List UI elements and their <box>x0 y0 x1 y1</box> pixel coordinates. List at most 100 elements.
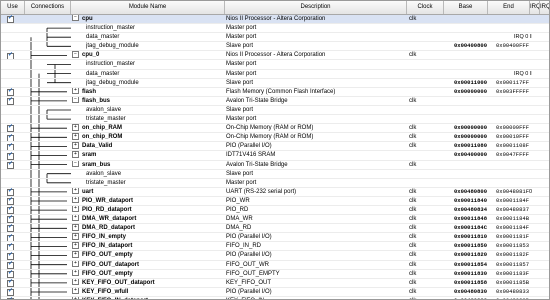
use-checkbox[interactable] <box>7 206 14 215</box>
clock-cell[interactable]: clk <box>409 288 444 296</box>
use-checkbox[interactable] <box>7 188 14 196</box>
clock-cell[interactable]: clk <box>409 233 444 241</box>
clock-cell[interactable]: clk <box>409 251 444 259</box>
use-checkbox[interactable] <box>7 134 14 142</box>
clock-cell[interactable] <box>409 151 444 159</box>
column-use[interactable]: Use <box>1 1 25 14</box>
use-checkbox[interactable] <box>7 252 14 260</box>
clock-cell[interactable]: clk <box>409 215 444 223</box>
clock-cell[interactable]: clk <box>409 97 444 105</box>
module-row[interactable]: +uart UART (RS-232 serial port) clk 0x00480… <box>1 187 549 197</box>
port-row[interactable]: instruction_master Master port <box>1 24 549 34</box>
column-connections[interactable]: Connections <box>25 1 71 14</box>
port-row[interactable]: instruction_master Master port <box>1 60 549 70</box>
column-module-name[interactable]: Module Name <box>71 1 225 14</box>
column-description[interactable]: Description <box>225 1 407 14</box>
port-row[interactable]: avalon_slave Slave port <box>1 106 549 116</box>
expand-icon[interactable]: + <box>72 151 79 158</box>
use-checkbox[interactable] <box>7 161 14 169</box>
use-checkbox[interactable] <box>7 197 14 205</box>
expand-icon[interactable]: + <box>72 133 79 140</box>
expand-icon[interactable]: + <box>72 251 79 258</box>
module-row[interactable]: −flash_bus Avalon Tri-State Bridge clk <box>1 96 549 106</box>
collapse-icon[interactable]: − <box>72 51 79 58</box>
column-clock[interactable]: Clock <box>407 1 444 14</box>
expand-icon[interactable]: + <box>72 287 79 295</box>
use-checkbox[interactable] <box>7 243 14 251</box>
use-checkbox[interactable] <box>7 152 14 160</box>
module-row[interactable]: +on_chip_ROM On-Chip Memory (RAM or ROM) c… <box>1 133 549 143</box>
clock-cell[interactable]: clk <box>409 261 444 269</box>
clock-cell[interactable]: clk <box>409 161 444 169</box>
clock-cell[interactable]: clk <box>409 242 444 250</box>
clock-cell[interactable]: clk <box>409 279 444 287</box>
use-checkbox[interactable] <box>7 97 14 105</box>
expand-icon[interactable]: + <box>72 260 79 267</box>
column-end[interactable]: End <box>488 1 530 14</box>
column-irq-2[interactable]: IRQ <box>540 1 549 14</box>
column-irq[interactable]: IRQ <box>530 1 540 14</box>
module-row[interactable]: +FIFO_OUT_empty PIO (Parallel I/O) clk 0x00… <box>1 251 549 261</box>
module-row[interactable]: +FIFO_OUT_dataport FIFO_OUT_WR clk 0x000118… <box>1 260 549 270</box>
use-checkbox[interactable] <box>7 124 14 133</box>
module-row[interactable]: −sram_bus Avalon Tri-State Bridge clk <box>1 160 549 170</box>
collapse-icon[interactable]: − <box>72 96 79 104</box>
expand-icon[interactable]: + <box>72 215 79 222</box>
module-row[interactable]: +on_chip_RAM On-Chip Memory (RAM or ROM) c… <box>1 124 549 134</box>
clock-cell[interactable]: clk <box>409 133 444 141</box>
expand-icon[interactable]: + <box>72 269 79 277</box>
clock-cell[interactable]: clk <box>409 197 444 205</box>
expand-icon[interactable]: + <box>72 196 79 204</box>
column-base[interactable]: Base <box>444 1 488 14</box>
port-row[interactable]: tristate_master Master port <box>1 179 549 188</box>
expand-icon[interactable]: + <box>72 124 79 131</box>
clock-cell[interactable]: clk <box>409 188 444 196</box>
expand-icon[interactable]: + <box>72 87 79 95</box>
use-checkbox[interactable] <box>7 288 14 296</box>
clock-cell[interactable] <box>409 88 444 96</box>
module-row[interactable]: +KEY_FIFO_OUT_dataport KEY_FIFO_OUT clk 0x0… <box>1 278 549 288</box>
expand-icon[interactable]: + <box>72 278 79 286</box>
use-checkbox[interactable] <box>7 234 14 242</box>
expand-icon[interactable]: + <box>72 233 79 240</box>
use-checkbox[interactable] <box>7 143 14 151</box>
port-row[interactable]: jtag_debug_module Slave port 0x00011000 0x0… <box>1 79 549 88</box>
module-row[interactable]: +FIFO_OUT_empty FIFO_OUT_EMPTY clk 0x000118… <box>1 269 549 279</box>
expand-icon[interactable]: + <box>72 242 79 249</box>
use-checkbox[interactable] <box>7 270 14 278</box>
module-row[interactable]: +flash Flash Memory (Common Flash Interfa… <box>1 87 549 97</box>
expand-icon[interactable]: + <box>72 142 79 149</box>
collapse-icon[interactable]: − <box>72 15 79 22</box>
expand-icon[interactable]: + <box>72 187 79 195</box>
port-row[interactable]: avalon_slave Slave port <box>1 170 549 179</box>
port-row[interactable]: tristate_master Master port <box>1 115 549 125</box>
collapse-icon[interactable]: − <box>72 160 79 167</box>
expand-icon[interactable]: + <box>72 205 79 213</box>
clock-cell[interactable]: clk <box>409 51 444 59</box>
module-row[interactable]: +PIO_RD_dataportPIO_RDclk0x004808340x004… <box>1 205 549 216</box>
use-checkbox[interactable] <box>7 88 14 96</box>
port-row[interactable]: data_master Master port IRQ 0 IRQ 31 <box>1 70 549 79</box>
clock-cell[interactable]: clk <box>409 124 444 132</box>
use-checkbox[interactable] <box>7 279 14 287</box>
clock-cell[interactable]: clk <box>409 270 444 278</box>
module-row[interactable]: −cpu Nios II Processor - Altera Corporati… <box>1 15 549 25</box>
module-row[interactable]: +FIFO_IN_empty PIO (Parallel I/O) clk 0x000… <box>1 233 549 243</box>
clock-cell[interactable]: clk <box>409 142 444 150</box>
module-row[interactable]: −cpu_0 Nios II Processor - Altera Corpora… <box>1 51 549 61</box>
use-checkbox[interactable] <box>7 52 14 60</box>
clock-cell[interactable]: clk <box>409 15 444 23</box>
module-row[interactable]: +DMA_RD_dataportDMA_RDclk0x0001184C0x000… <box>1 224 549 234</box>
port-row[interactable]: data_master Master port IRQ 0 IRQ 31 <box>1 33 549 43</box>
use-checkbox[interactable] <box>7 224 14 233</box>
use-checkbox[interactable] <box>7 215 14 224</box>
module-row[interactable]: +PIO_WR_dataportPIO_WRclk0x000118400x000… <box>1 196 549 206</box>
module-row[interactable]: +DMA_WR_dataportDMA_WRclk0x000118480x000… <box>1 215 549 225</box>
clock-cell[interactable]: clk <box>409 206 444 214</box>
use-checkbox[interactable] <box>7 15 14 24</box>
port-row[interactable]: jtag_debug_module Slave port 0x00400800 0x0… <box>1 42 549 52</box>
module-row[interactable]: +sramIDT71V416 SRAM0x004000000x0047FFFF <box>1 151 549 161</box>
clock-cell[interactable]: clk <box>409 224 444 232</box>
module-row[interactable]: +KEY_FIFO_wfull PIO (Parallel I/O) clk 0x00… <box>1 287 549 297</box>
module-row[interactable]: +FIFO_IN_dataport FIFO_IN_RD clk 0x00011850… <box>1 242 549 252</box>
